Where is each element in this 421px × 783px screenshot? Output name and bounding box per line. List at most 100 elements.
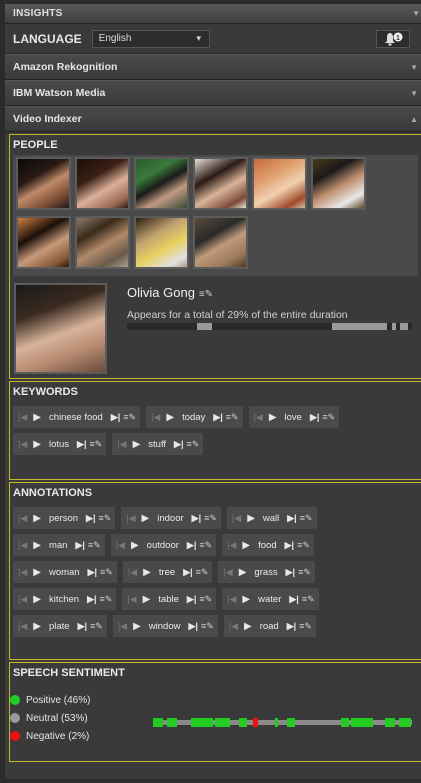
- next-icon[interactable]: ▶|: [188, 621, 197, 632]
- previous-icon[interactable]: |◀: [229, 621, 238, 632]
- edit-icon[interactable]: ≡✎: [123, 412, 136, 423]
- face-thumbnail[interactable]: [75, 157, 130, 210]
- previous-icon[interactable]: |◀: [116, 540, 125, 551]
- next-icon[interactable]: ▶|: [86, 513, 95, 524]
- play-icon[interactable]: ▶: [33, 567, 41, 578]
- next-icon[interactable]: ▶|: [213, 412, 222, 423]
- tag-chip[interactable]: |◀ ▶ road ▶| ≡✎: [223, 615, 316, 637]
- play-icon[interactable]: ▶: [133, 439, 141, 450]
- previous-icon[interactable]: |◀: [18, 621, 27, 632]
- previous-icon[interactable]: |◀: [18, 513, 27, 524]
- previous-icon[interactable]: |◀: [227, 594, 236, 605]
- tag-chip[interactable]: |◀ ▶ water ▶| ≡✎: [222, 588, 319, 610]
- previous-icon[interactable]: |◀: [117, 439, 126, 450]
- face-thumbnail[interactable]: [134, 157, 189, 210]
- edit-icon[interactable]: ≡✎: [100, 594, 113, 605]
- next-icon[interactable]: ▶|: [87, 594, 96, 605]
- next-icon[interactable]: ▶|: [287, 513, 296, 524]
- previous-icon[interactable]: |◀: [18, 439, 27, 450]
- collapse-caret-icon[interactable]: ▼: [412, 9, 420, 18]
- accordion-ibm-watson-media[interactable]: IBM Watson Media ▼: [5, 80, 421, 106]
- play-icon[interactable]: ▶: [247, 513, 255, 524]
- previous-icon[interactable]: |◀: [18, 567, 27, 578]
- accordion-video-indexer[interactable]: Video Indexer ▲: [5, 106, 421, 132]
- previous-icon[interactable]: |◀: [227, 540, 236, 551]
- edit-icon[interactable]: ≡✎: [300, 513, 313, 524]
- face-thumbnail[interactable]: [193, 157, 248, 210]
- tag-chip[interactable]: |◀ ▶ woman ▶| ≡✎: [13, 561, 117, 583]
- play-icon[interactable]: ▶: [244, 621, 252, 632]
- tag-chip[interactable]: |◀ ▶ chinese food ▶| ≡✎: [13, 406, 141, 428]
- face-thumbnail[interactable]: [252, 157, 307, 210]
- play-icon[interactable]: ▶: [143, 594, 151, 605]
- play-icon[interactable]: ▶: [239, 567, 247, 578]
- edit-icon[interactable]: ≡✎: [322, 412, 335, 423]
- edit-icon[interactable]: ≡✎: [201, 621, 214, 632]
- edit-icon[interactable]: ≡✎: [196, 567, 209, 578]
- edit-icon[interactable]: ≡✎: [226, 412, 239, 423]
- edit-icon[interactable]: ≡✎: [297, 540, 310, 551]
- tag-chip[interactable]: |◀ ▶ outdoor ▶| ≡✎: [110, 534, 217, 556]
- previous-icon[interactable]: |◀: [18, 412, 27, 423]
- previous-icon[interactable]: |◀: [254, 412, 263, 423]
- face-thumbnail[interactable]: [193, 216, 248, 269]
- next-icon[interactable]: ▶|: [285, 540, 294, 551]
- tag-chip[interactable]: |◀ ▶ window ▶| ≡✎: [112, 615, 218, 637]
- tag-chip[interactable]: |◀ ▶ wall ▶| ≡✎: [226, 507, 317, 529]
- tag-chip[interactable]: |◀ ▶ stuff ▶| ≡✎: [112, 433, 204, 455]
- tag-chip[interactable]: |◀ ▶ person ▶| ≡✎: [13, 507, 116, 529]
- next-icon[interactable]: ▶|: [88, 567, 97, 578]
- edit-icon[interactable]: ≡✎: [187, 439, 200, 450]
- next-icon[interactable]: ▶|: [287, 621, 296, 632]
- edit-icon[interactable]: ≡✎: [90, 439, 103, 450]
- edit-icon[interactable]: ≡✎: [299, 621, 312, 632]
- face-thumbnail[interactable]: [16, 216, 71, 269]
- next-icon[interactable]: ▶|: [78, 621, 87, 632]
- language-select[interactable]: English ▼: [91, 29, 210, 48]
- play-icon[interactable]: ▶: [242, 594, 250, 605]
- edit-icon[interactable]: ≡✎: [88, 540, 101, 551]
- face-thumbnail[interactable]: [75, 216, 130, 269]
- next-icon[interactable]: ▶|: [289, 594, 298, 605]
- play-icon[interactable]: ▶: [142, 513, 150, 524]
- previous-icon[interactable]: |◀: [151, 412, 160, 423]
- edit-icon[interactable]: ≡✎: [100, 567, 113, 578]
- edit-icon[interactable]: ≡✎: [199, 540, 212, 551]
- face-thumbnail[interactable]: [134, 216, 189, 269]
- next-icon[interactable]: ▶|: [286, 567, 295, 578]
- previous-icon[interactable]: |◀: [18, 594, 27, 605]
- tag-chip[interactable]: |◀ ▶ lotus ▶| ≡✎: [13, 433, 107, 455]
- accordion-amazon-rekognition[interactable]: Amazon Rekognition ▼: [5, 54, 421, 80]
- previous-icon[interactable]: |◀: [128, 567, 137, 578]
- next-icon[interactable]: ▶|: [187, 540, 196, 551]
- face-thumbnail[interactable]: [311, 157, 366, 210]
- play-icon[interactable]: ▶: [33, 594, 41, 605]
- play-icon[interactable]: ▶: [33, 513, 41, 524]
- edit-icon[interactable]: ≡✎: [98, 513, 111, 524]
- edit-icon[interactable]: ≡✎: [90, 621, 103, 632]
- tag-chip[interactable]: |◀ ▶ today ▶| ≡✎: [146, 406, 243, 428]
- next-icon[interactable]: ▶|: [174, 439, 183, 450]
- insights-header[interactable]: INSIGHTS ▼: [5, 4, 421, 24]
- previous-icon[interactable]: |◀: [223, 567, 232, 578]
- play-icon[interactable]: ▶: [269, 412, 277, 423]
- tag-chip[interactable]: |◀ ▶ kitchen ▶| ≡✎: [13, 588, 117, 610]
- tag-chip[interactable]: |◀ ▶ grass ▶| ≡✎: [218, 561, 315, 583]
- previous-icon[interactable]: |◀: [18, 540, 27, 551]
- notification-button[interactable]: 1: [376, 30, 410, 48]
- play-icon[interactable]: ▶: [33, 412, 41, 423]
- edit-icon[interactable]: ≡✎: [302, 594, 315, 605]
- play-icon[interactable]: ▶: [242, 540, 250, 551]
- tag-chip[interactable]: |◀ ▶ love ▶| ≡✎: [248, 406, 340, 428]
- tag-chip[interactable]: |◀ ▶ food ▶| ≡✎: [222, 534, 314, 556]
- previous-icon[interactable]: |◀: [118, 621, 127, 632]
- next-icon[interactable]: ▶|: [310, 412, 319, 423]
- play-icon[interactable]: ▶: [133, 621, 141, 632]
- play-icon[interactable]: ▶: [33, 540, 41, 551]
- tag-chip[interactable]: |◀ ▶ man ▶| ≡✎: [13, 534, 105, 556]
- tag-chip[interactable]: |◀ ▶ plate ▶| ≡✎: [13, 615, 107, 637]
- play-icon[interactable]: ▶: [143, 567, 151, 578]
- person-timeline[interactable]: [127, 323, 412, 330]
- previous-icon[interactable]: |◀: [232, 513, 241, 524]
- next-icon[interactable]: ▶|: [111, 412, 120, 423]
